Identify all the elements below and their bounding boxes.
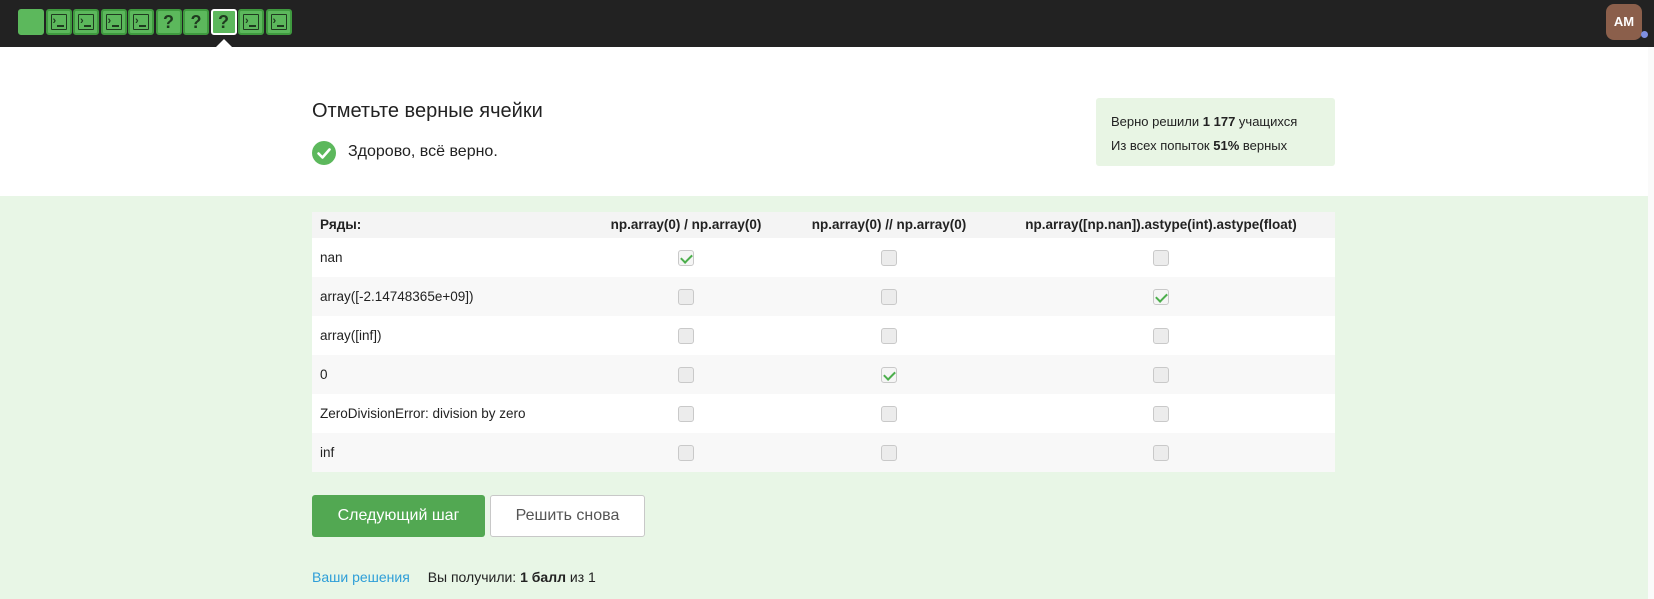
answer-checkbox-checked[interactable] xyxy=(678,250,694,266)
table-row: array([-2.14748365e+09]) xyxy=(312,277,1335,316)
table-row: ZeroDivisionError: division by zero xyxy=(312,394,1335,433)
user-avatar[interactable]: AM xyxy=(1606,4,1642,40)
footer-result: Ваши решения Вы получили: 1 балл из 1 xyxy=(312,569,596,585)
answer-checkbox[interactable] xyxy=(1153,328,1169,344)
page-scrollbar[interactable] xyxy=(1648,47,1654,599)
answer-checkbox[interactable] xyxy=(678,406,694,422)
stats-attempts-suffix: верных xyxy=(1239,138,1288,153)
answer-checkbox[interactable] xyxy=(881,406,897,422)
row-label: nan xyxy=(320,250,343,265)
answer-checkbox[interactable] xyxy=(881,445,897,461)
stats-solved-line: Верно решили 1 177 учащихся xyxy=(1111,110,1320,134)
stats-attempts-line: Из всех попыток 51% верных xyxy=(1111,134,1320,158)
terminal-icon: › xyxy=(50,14,67,30)
table-row: nan xyxy=(312,238,1335,277)
checkmark-circle-icon xyxy=(312,141,336,165)
step-quiz-button[interactable]: ? xyxy=(210,9,237,35)
active-step-pointer xyxy=(215,39,232,47)
answer-checkbox[interactable] xyxy=(678,445,694,461)
solve-again-button[interactable]: Решить снова xyxy=(490,495,645,537)
stats-attempts-percent: 51% xyxy=(1213,138,1240,153)
task-title: Отметьте верные ячейки xyxy=(312,100,543,122)
score-suffix: из 1 xyxy=(566,569,596,585)
terminal-icon: › xyxy=(78,14,94,30)
column-header: np.array([np.nan]).astype(int).astype(fl… xyxy=(1025,217,1297,232)
answer-checkbox[interactable] xyxy=(881,289,897,305)
feedback-text: Здорово, всё верно. xyxy=(348,143,498,160)
answer-checkbox[interactable] xyxy=(678,328,694,344)
next-step-button[interactable]: Следующий шаг xyxy=(312,495,485,537)
step-code-button[interactable]: › xyxy=(73,9,99,35)
answer-checkbox[interactable] xyxy=(1153,445,1169,461)
notification-dot xyxy=(1641,31,1648,38)
answer-checkbox[interactable] xyxy=(1153,250,1169,266)
answer-checkbox[interactable] xyxy=(678,289,694,305)
table-row: 0 xyxy=(312,355,1335,394)
stats-solved-suffix: учащихся xyxy=(1235,114,1298,129)
row-label: array([-2.14748365e+09]) xyxy=(320,289,474,304)
stats-solved-count: 1 177 xyxy=(1202,114,1236,129)
score-prefix: Вы получили: xyxy=(427,569,521,585)
row-label: ZeroDivisionError: division by zero xyxy=(320,406,526,421)
stats-solved-prefix: Верно решили xyxy=(1111,114,1203,129)
answer-checkbox-checked[interactable] xyxy=(1153,289,1169,305)
terminal-icon: › xyxy=(270,14,287,30)
answer-checkbox-checked[interactable] xyxy=(881,367,897,383)
score-text: Вы получили: 1 балл из 1 xyxy=(428,569,596,585)
answer-checkbox[interactable] xyxy=(1153,406,1169,422)
table-header-row: Ряды: np.array(0) / np.array(0) np.array(… xyxy=(312,212,1335,238)
stats-panel: Верно решили 1 177 учащихся Из всех попы… xyxy=(1096,98,1335,166)
score-value: 1 балл xyxy=(520,569,566,585)
step-code-button[interactable]: › xyxy=(128,9,154,35)
step-quiz-button[interactable]: ? xyxy=(155,9,182,35)
row-label: 0 xyxy=(320,367,328,382)
answer-table: Ряды: np.array(0) / np.array(0) np.array(… xyxy=(312,212,1335,472)
step-theory-button[interactable] xyxy=(18,9,44,35)
table-row: inf xyxy=(312,433,1335,472)
answer-checkbox[interactable] xyxy=(881,250,897,266)
top-navigation-bar: › › › ›??? › › AM xyxy=(0,0,1654,47)
answer-checkbox[interactable] xyxy=(881,328,897,344)
step-code-button[interactable]: › xyxy=(238,9,264,35)
row-header-label: Ряды: xyxy=(320,217,362,232)
answer-checkbox[interactable] xyxy=(678,367,694,383)
row-label: array([inf]) xyxy=(320,328,382,343)
column-header: np.array(0) / np.array(0) xyxy=(610,217,762,232)
terminal-icon: › xyxy=(243,14,259,30)
table-row: array([inf]) xyxy=(312,316,1335,355)
column-header: np.array(0) // np.array(0) xyxy=(811,217,967,232)
answer-checkbox[interactable] xyxy=(1153,367,1169,383)
step-code-button[interactable]: › xyxy=(100,9,127,35)
step-code-button[interactable]: › xyxy=(265,9,292,35)
terminal-icon: › xyxy=(105,14,122,30)
row-label: inf xyxy=(320,445,335,460)
stats-attempts-prefix: Из всех попыток xyxy=(1111,138,1214,153)
step-code-button[interactable]: › xyxy=(45,9,72,35)
your-solutions-link[interactable]: Ваши решения xyxy=(312,569,410,585)
terminal-icon: › xyxy=(133,14,149,30)
step-quiz-button[interactable]: ? xyxy=(183,9,209,35)
